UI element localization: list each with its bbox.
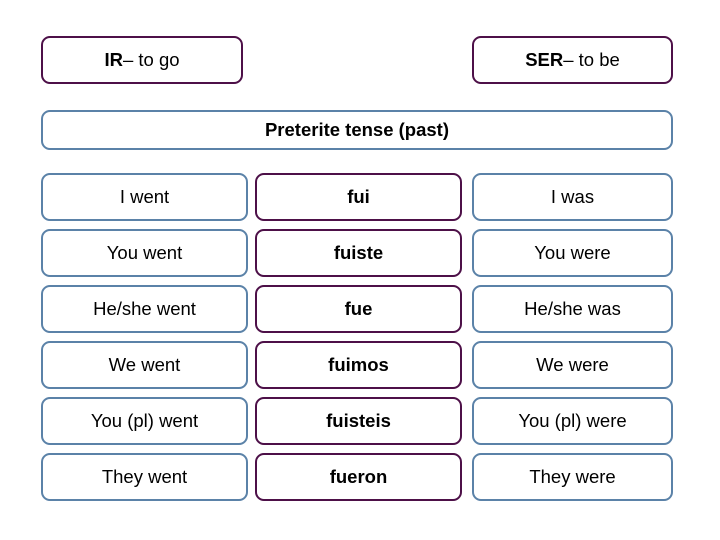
cell-label: You (pl) went [90,409,199,431]
slide-canvas: IR – to go SER – to be Preterite tense (… [0,0,720,540]
table-cell-ir-english: He/she went [41,285,248,333]
cell-label: You (pl) were [518,409,627,431]
table-cell-spanish: fuisteis [255,397,462,445]
cell-label: I went [119,185,170,207]
verb-lemma-ir: IR [104,48,123,70]
cell-label: I was [550,185,595,207]
tense-title-bar: Preterite tense (past) [41,110,673,150]
table-cell-ir-english: I went [41,173,248,221]
table-cell-spanish: fuimos [255,341,462,389]
table-cell-ser-english: You were [472,229,673,277]
cell-label: He/she was [524,297,621,319]
table-cell-ir-english: They went [41,453,248,501]
table-cell-spanish: fuiste [255,229,462,277]
table-cell-spanish: fue [255,285,462,333]
cell-label: We were [536,353,609,375]
cell-label: fui [347,185,370,207]
verb-gloss-ir: – to go [122,48,180,70]
cell-label: They went [101,465,188,487]
verb-box-ir: IR – to go [41,36,243,84]
table-cell-ir-english: You went [41,229,248,277]
table-cell-ser-english: We were [472,341,673,389]
table-cell-spanish: fueron [255,453,462,501]
verb-box-ser: SER – to be [472,36,673,84]
table-cell-ir-english: We went [41,341,248,389]
cell-label: He/she went [93,297,196,319]
verb-lemma-ser: SER [525,48,564,70]
tense-title-label: Preterite tense (past) [264,118,450,140]
cell-label: fuisteis [326,409,391,431]
cell-label: fuimos [328,353,389,375]
table-cell-ser-english: I was [472,173,673,221]
table-cell-ser-english: They were [472,453,673,501]
table-cell-ser-english: You (pl) were [472,397,673,445]
cell-label: fue [344,297,373,319]
cell-label: We went [108,353,181,375]
verb-gloss-ser: – to be [563,48,620,70]
cell-label: fuiste [333,241,384,263]
cell-label: You were [534,241,611,263]
table-cell-spanish: fui [255,173,462,221]
cell-label: They were [529,465,616,487]
cell-label: fueron [329,465,388,487]
cell-label: You went [106,241,183,263]
table-cell-ir-english: You (pl) went [41,397,248,445]
table-cell-ser-english: He/she was [472,285,673,333]
